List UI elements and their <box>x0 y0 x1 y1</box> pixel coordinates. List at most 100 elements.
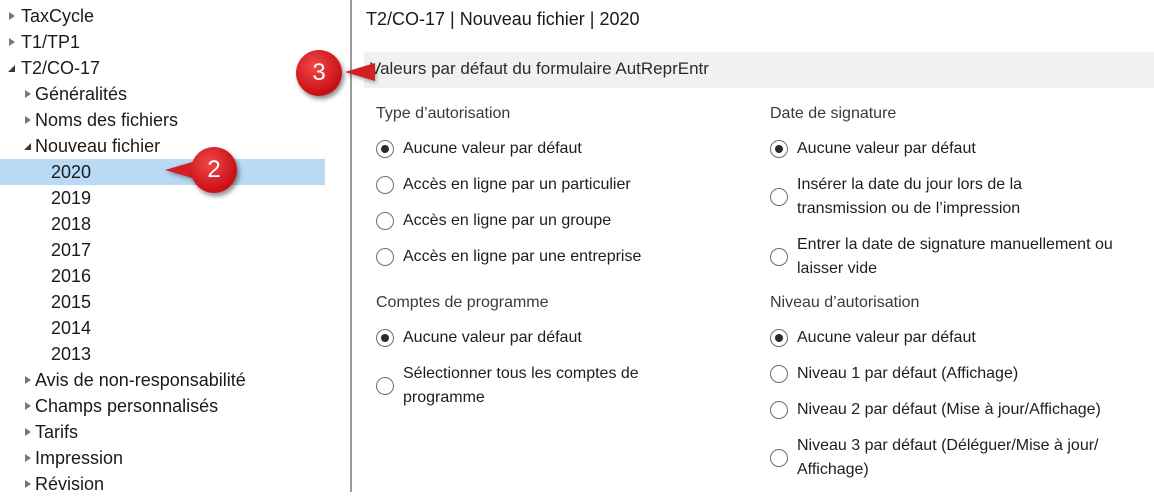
radio-option[interactable]: Aucune valeur par défaut <box>376 326 756 350</box>
tree-item-label: 2020 <box>51 162 92 182</box>
radio-option-label: Niveau 1 par défaut (Affichage) <box>797 365 1019 382</box>
radio-option-label: laisser vide <box>797 260 878 277</box>
tree-item-2016[interactable]: 2016 <box>0 263 325 289</box>
radio-option[interactable]: Niveau 1 par défaut (Affichage) <box>770 362 1150 386</box>
radio-option[interactable]: Aucune valeur par défaut <box>770 137 1150 161</box>
radio-button-selected[interactable] <box>770 140 788 158</box>
radio-option-label: Aucune valeur par défaut <box>797 140 976 157</box>
tree-item-label: Champs personnalisés <box>35 396 219 416</box>
radio-button[interactable] <box>376 248 394 266</box>
tree-item-2015[interactable]: 2015 <box>0 289 325 315</box>
group-label-authorization-type: Type d’autorisation <box>376 105 511 122</box>
group-label-signature-date: Date de signature <box>770 105 897 122</box>
radio-button-selected[interactable] <box>770 329 788 347</box>
expand-arrow-icon[interactable] <box>23 107 33 133</box>
radio-button[interactable] <box>376 212 394 230</box>
tree-item-impression[interactable]: Impression <box>0 445 325 471</box>
radio-button[interactable] <box>770 401 788 419</box>
radio-option-label: Niveau 3 par défaut (Déléguer/Mise à jou… <box>797 437 1099 454</box>
page-title: T2/CO-17 | Nouveau fichier | 2020 <box>366 9 640 29</box>
radio-option[interactable]: Accès en ligne par un groupe <box>376 209 756 233</box>
radio-button-selected[interactable] <box>376 329 394 347</box>
tree-item-2019[interactable]: 2019 <box>0 185 325 211</box>
expand-arrow-icon[interactable] <box>23 471 33 497</box>
tree-item-label: Révision <box>35 474 105 494</box>
radio-option[interactable]: Aucune valeur par défaut <box>376 137 756 161</box>
radio-option[interactable]: Sélectionner tous les comptes de programm… <box>376 362 756 410</box>
expand-arrow-icon[interactable] <box>7 29 17 55</box>
radio-option-label: Sélectionner tous les comptes de <box>403 365 639 382</box>
radio-button[interactable] <box>376 377 394 395</box>
radio-option-label: Aucune valeur par défaut <box>403 329 582 346</box>
radio-option-label: Insérer la date du jour lors de la <box>797 176 1023 193</box>
tree-item-2017[interactable]: 2017 <box>0 237 325 263</box>
tree-item-label: 2013 <box>51 344 92 364</box>
tree-item-label: 2018 <box>51 214 92 234</box>
radio-option-label: Entrer la date de signature manuellement… <box>797 236 1113 253</box>
radio-button[interactable] <box>770 188 788 206</box>
radio-option-label: Accès en ligne par une entreprise <box>403 248 642 265</box>
tree-item-tarifs[interactable]: Tarifs <box>0 419 325 445</box>
tree-item-label: Noms des fichiers <box>35 110 179 130</box>
tree-item-label: 2019 <box>51 188 92 208</box>
radio-button[interactable] <box>376 176 394 194</box>
radio-button[interactable] <box>770 248 788 266</box>
tree-item-label: 2015 <box>51 292 92 312</box>
tree-item-t2-co-17[interactable]: T2/CO-17 <box>0 55 325 81</box>
radio-button[interactable] <box>770 365 788 383</box>
tree-item-champs-personnalis-s[interactable]: Champs personnalisés <box>0 393 325 419</box>
radio-option-label: Aucune valeur par défaut <box>797 329 976 346</box>
tree-item-avis-de-non-responsabilit[interactable]: Avis de non-responsabilité <box>0 367 325 393</box>
expand-arrow-icon[interactable] <box>23 81 33 107</box>
radio-option[interactable]: Aucune valeur par défaut <box>770 326 1150 350</box>
radio-option-label: programme <box>403 389 485 406</box>
tree-item-2013[interactable]: 2013 <box>0 341 325 367</box>
radio-option[interactable]: Accès en ligne par un particulier <box>376 173 756 197</box>
radio-option[interactable]: Accès en ligne par une entreprise <box>376 245 756 269</box>
tree-item-noms-des-fichiers[interactable]: Noms des fichiers <box>0 107 325 133</box>
tree-item-label: Nouveau fichier <box>35 136 161 156</box>
tree-item-label: T1/TP1 <box>21 32 81 52</box>
tree-item-g-n-ralit-s[interactable]: Généralités <box>0 81 325 107</box>
tree-item-2020[interactable]: 2020 <box>0 159 325 185</box>
tree-item-label: 2017 <box>51 240 92 260</box>
collapse-arrow-icon[interactable] <box>23 133 33 159</box>
tree-item-r-vision[interactable]: Révision <box>0 471 325 497</box>
radio-button-selected[interactable] <box>376 140 394 158</box>
expand-arrow-icon[interactable] <box>23 367 33 393</box>
group-label-program-accounts: Comptes de programme <box>376 294 549 311</box>
radio-option-label: Accès en ligne par un groupe <box>403 212 612 229</box>
group-label-authorization-level: Niveau d’autorisation <box>770 294 920 311</box>
tree-item-t1-tp1[interactable]: T1/TP1 <box>0 29 325 55</box>
collapse-arrow-icon[interactable] <box>7 55 17 81</box>
tree-item-label: T2/CO-17 <box>21 58 101 78</box>
tree-item-label: Tarifs <box>35 422 79 442</box>
expand-arrow-icon[interactable] <box>7 3 17 29</box>
radio-option[interactable]: Niveau 3 par défaut (Déléguer/Mise à jou… <box>770 434 1150 482</box>
tree-item-2018[interactable]: 2018 <box>0 211 325 237</box>
expand-arrow-icon[interactable] <box>23 419 33 445</box>
tree-item-2014[interactable]: 2014 <box>0 315 325 341</box>
radio-button[interactable] <box>770 449 788 467</box>
callout-badge-3: 3 <box>296 50 342 96</box>
radio-option[interactable]: Niveau 2 par défaut (Mise à jour/Afficha… <box>770 398 1150 422</box>
tree-item-nouveau-fichier[interactable]: Nouveau fichier <box>0 133 325 159</box>
tree-item-label: Impression <box>35 448 124 468</box>
radio-option[interactable]: Insérer la date du jour lors de la transm… <box>770 173 1150 221</box>
tree-item-label: Généralités <box>35 84 128 104</box>
tree-item-taxcycle[interactable]: TaxCycle <box>0 3 325 29</box>
tree-item-label: Avis de non-responsabilité <box>35 370 246 390</box>
section-header: Valeurs par défaut du formulaire AutRepr… <box>364 52 1154 88</box>
radio-option-label: Niveau 2 par défaut (Mise à jour/Afficha… <box>797 401 1101 418</box>
radio-option-label: Aucune valeur par défaut <box>403 140 582 157</box>
radio-option-label: Accès en ligne par un particulier <box>403 176 631 193</box>
callout-pointer <box>345 63 375 81</box>
expand-arrow-icon[interactable] <box>23 393 33 419</box>
expand-arrow-icon[interactable] <box>23 445 33 471</box>
tree-item-label: TaxCycle <box>21 6 95 26</box>
tree-item-label: 2014 <box>51 318 92 338</box>
tree-item-label: 2016 <box>51 266 92 286</box>
radio-option-label: Affichage) <box>797 461 869 478</box>
section-header-title: Valeurs par défaut du formulaire AutRepr… <box>370 59 709 78</box>
radio-option[interactable]: Entrer la date de signature manuellement… <box>770 233 1150 281</box>
